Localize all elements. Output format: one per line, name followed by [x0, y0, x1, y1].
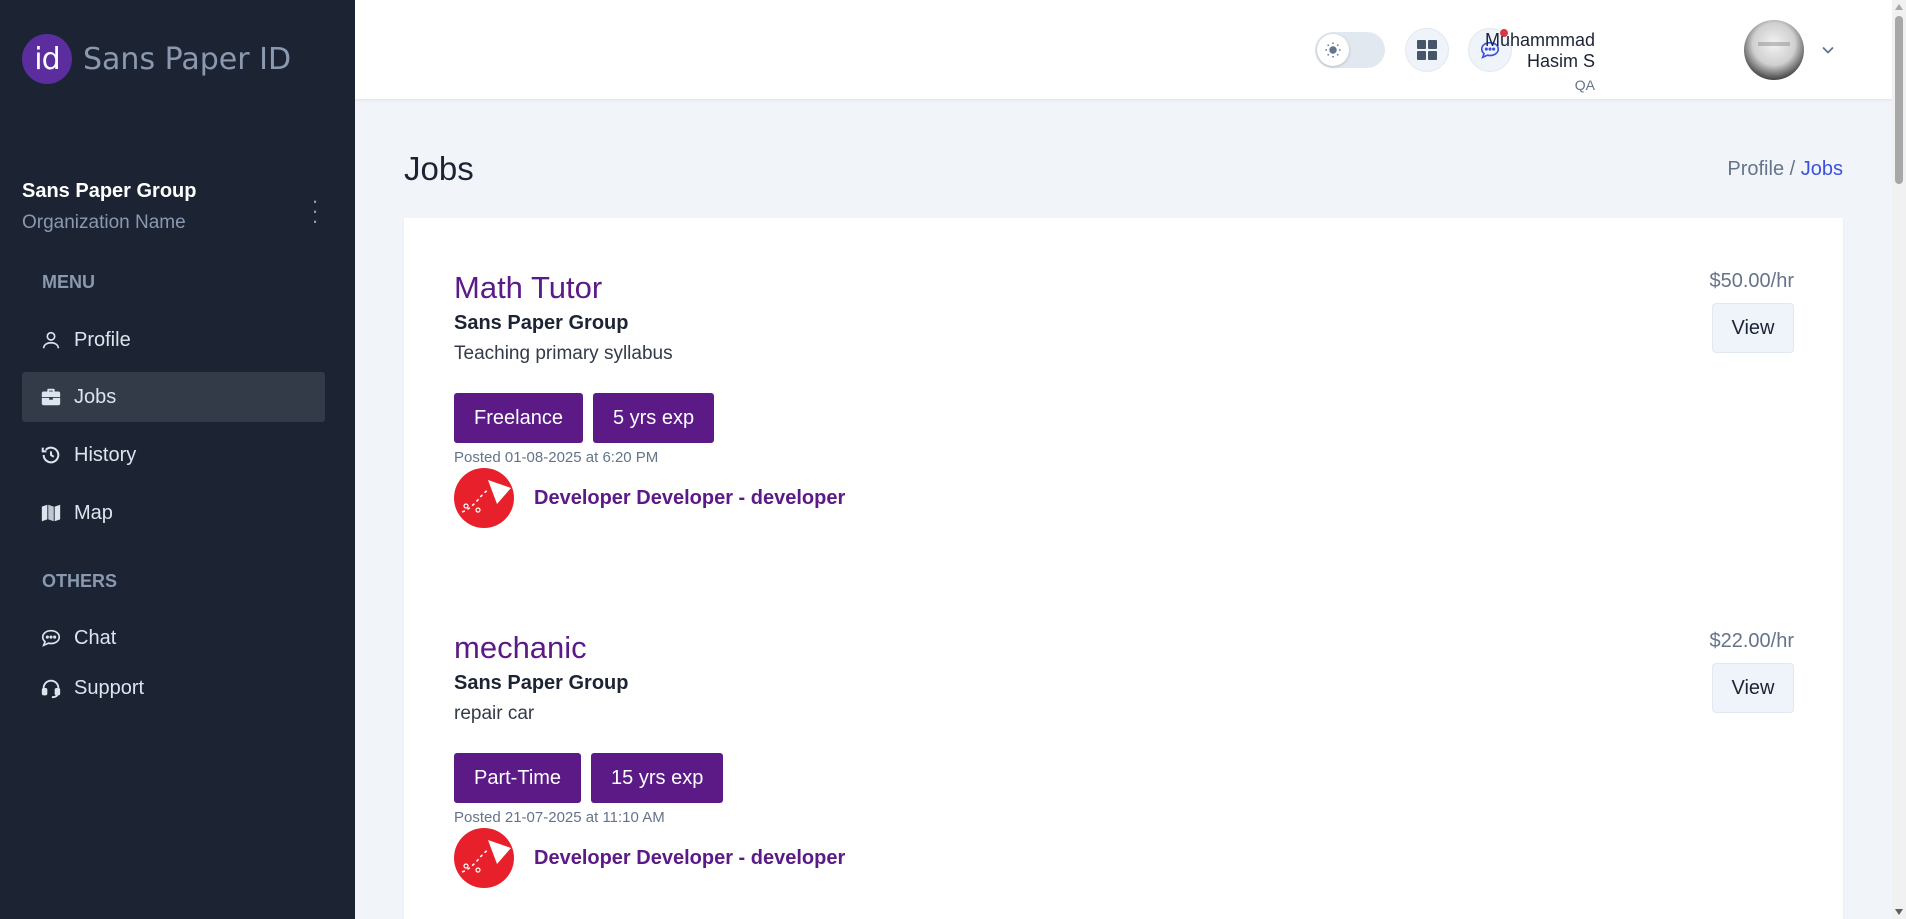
- job-type-tag: Freelance: [454, 393, 583, 443]
- experience-tag: 5 yrs exp: [592, 393, 715, 443]
- brand-name: Sans Paper ID: [83, 41, 292, 77]
- poster-name: Developer Developer - developer: [534, 846, 846, 869]
- chat-icon: [41, 629, 61, 647]
- page-scrollbar[interactable]: [1892, 0, 1906, 919]
- user-name: Muhammmad Hasim S: [1484, 30, 1595, 71]
- job-card: Math Tutor Sans Paper Group Teaching pri…: [454, 270, 1794, 528]
- hourly-rate: $50.00/hr: [1709, 270, 1794, 292]
- sidebar: id Sans Paper ID Sans Paper Group Organi…: [0, 0, 355, 919]
- sidebar-item-label: History: [74, 443, 137, 466]
- history-icon: [41, 446, 60, 464]
- job-description: repair car: [454, 703, 535, 724]
- brand[interactable]: id Sans Paper ID: [22, 34, 291, 84]
- job-poster[interactable]: Developer Developer - developer: [454, 828, 1794, 888]
- user-info[interactable]: Muhammmad Hasim S QA: [1445, 30, 1595, 93]
- job-title[interactable]: mechanic: [454, 630, 1794, 666]
- theme-toggle[interactable]: [1315, 32, 1385, 68]
- sidebar-item-label: Support: [74, 676, 145, 699]
- briefcase-icon: [41, 388, 61, 406]
- job-organization: Sans Paper Group: [454, 312, 629, 334]
- sidebar-item-label: Profile: [74, 328, 131, 351]
- sidebar-item-label: Chat: [74, 626, 117, 649]
- scroll-down-icon[interactable]: [1895, 909, 1903, 915]
- more-options-icon[interactable]: · · ·: [308, 190, 322, 232]
- top-header: Muhammmad Hasim S QA: [355, 0, 1906, 99]
- map-icon: [41, 504, 61, 522]
- organization-name: Sans Paper Group: [22, 180, 197, 202]
- experience-tag: 15 yrs exp: [591, 753, 724, 803]
- chevron-down-icon[interactable]: [1818, 40, 1838, 65]
- sidebar-item-profile[interactable]: Profile: [22, 315, 325, 365]
- scroll-thumb[interactable]: [1895, 16, 1903, 184]
- apps-grid-button[interactable]: [1405, 28, 1449, 72]
- posted-date: Posted 21-07-2025 at 11:10 AM: [454, 809, 665, 826]
- others-group-title: OTHERS: [42, 571, 118, 591]
- user-icon: [42, 331, 60, 349]
- breadcrumb-parent[interactable]: Profile /: [1727, 158, 1795, 180]
- headset-icon: [41, 679, 61, 699]
- grid-icon: [1417, 40, 1437, 60]
- job-poster[interactable]: Developer Developer - developer: [454, 468, 1794, 528]
- sidebar-item-support[interactable]: Support: [22, 663, 325, 713]
- brand-logo: id: [22, 34, 72, 84]
- hourly-rate: $22.00/hr: [1709, 630, 1794, 652]
- job-organization: Sans Paper Group: [454, 672, 629, 694]
- organization-switcher[interactable]: Sans Paper Group Organization Name · · ·: [22, 180, 322, 234]
- menu-group-title: MENU: [42, 272, 95, 292]
- jobs-list: Math Tutor Sans Paper Group Teaching pri…: [404, 218, 1843, 919]
- posted-date: Posted 01-08-2025 at 6:20 PM: [454, 449, 659, 466]
- organization-subtitle: Organization Name: [22, 212, 186, 233]
- breadcrumb-current: Jobs: [1800, 158, 1843, 180]
- sidebar-item-map[interactable]: Map: [22, 488, 325, 538]
- job-description: Teaching primary syllabus: [454, 343, 673, 364]
- poster-logo: [454, 468, 514, 528]
- job-title[interactable]: Math Tutor: [454, 270, 1794, 306]
- poster-name: Developer Developer - developer: [534, 486, 846, 509]
- scroll-up-icon[interactable]: [1895, 4, 1903, 10]
- user-role: QA: [1574, 77, 1595, 93]
- breadcrumb: Profile / Jobs: [1727, 158, 1843, 181]
- page-title: Jobs: [404, 150, 474, 187]
- view-button[interactable]: View: [1712, 303, 1794, 353]
- job-tags: Part-Time 15 yrs exp: [454, 753, 1794, 803]
- job-type-tag: Part-Time: [454, 753, 582, 803]
- poster-logo: [454, 828, 514, 888]
- sidebar-item-history[interactable]: History: [22, 430, 325, 480]
- view-button[interactable]: View: [1712, 663, 1794, 713]
- sun-icon: [1317, 34, 1349, 66]
- sidebar-item-label: Jobs: [74, 385, 117, 408]
- job-card: mechanic Sans Paper Group repair car Par…: [454, 630, 1794, 888]
- sidebar-item-label: Map: [74, 501, 113, 524]
- job-tags: Freelance 5 yrs exp: [454, 393, 1794, 443]
- sidebar-item-chat[interactable]: Chat: [22, 613, 325, 663]
- avatar[interactable]: [1744, 20, 1804, 80]
- sidebar-item-jobs[interactable]: Jobs: [22, 372, 325, 422]
